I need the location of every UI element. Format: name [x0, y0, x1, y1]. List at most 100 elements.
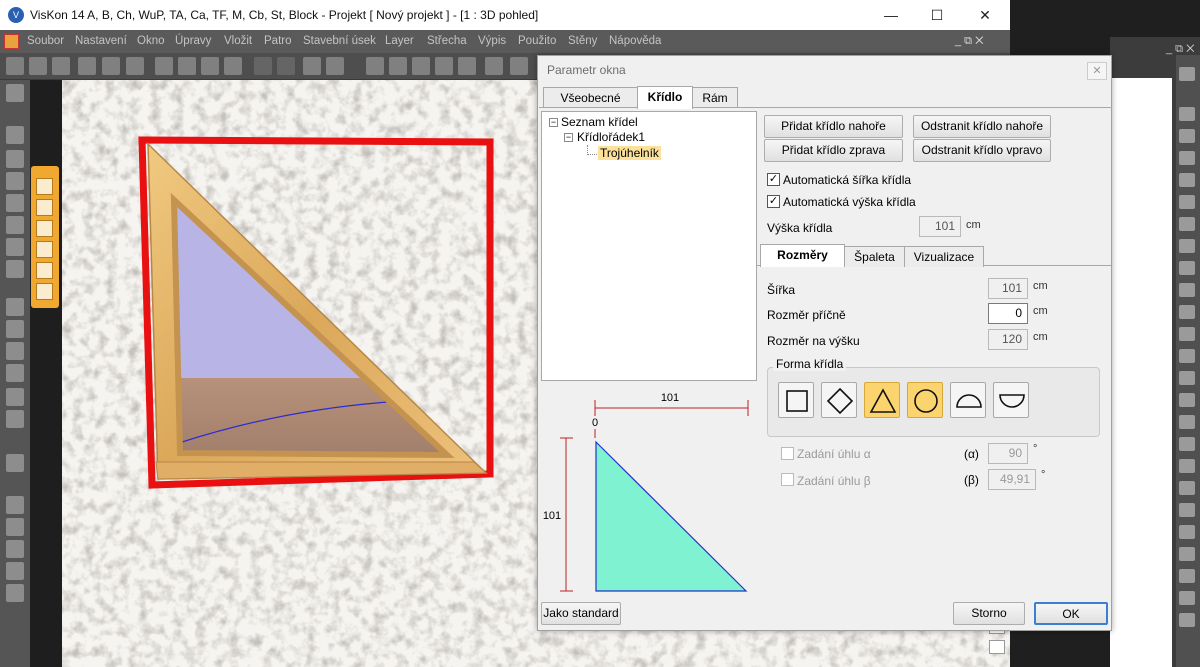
window-type-1-icon[interactable]	[36, 178, 53, 195]
mdi-controls[interactable]: _ ⧉ ✕	[955, 35, 983, 48]
tool-icon-r15[interactable]	[1179, 393, 1195, 407]
tool-icon-r12[interactable]	[1179, 327, 1195, 341]
stairs-tool-icon[interactable]	[6, 150, 24, 168]
tool-icon-r18[interactable]	[1179, 459, 1195, 473]
diamond-icon[interactable]	[821, 382, 857, 418]
menu-strecha[interactable]: Střecha	[427, 35, 467, 47]
menu-stavebni-usek[interactable]: Stavební úsek	[303, 35, 376, 47]
menu-pouzito[interactable]: Použito	[518, 35, 556, 47]
3d-box-icon[interactable]	[510, 57, 528, 75]
alpha-checkbox[interactable]	[781, 447, 794, 460]
cross-field[interactable]: 0	[988, 303, 1028, 324]
measure-icon[interactable]	[412, 57, 430, 75]
tool-icon-r16[interactable]	[1179, 415, 1195, 429]
tool-icon-r7[interactable]	[1179, 217, 1195, 231]
square-icon[interactable]	[778, 382, 814, 418]
tool-icon-r20[interactable]	[1179, 503, 1195, 517]
width-field[interactable]: 101	[988, 278, 1028, 299]
tool-icon-r11[interactable]	[1179, 305, 1195, 319]
hatch-tool-icon[interactable]	[6, 298, 24, 316]
tool-icon-r1[interactable]	[1179, 67, 1195, 81]
tool-icon-r25[interactable]	[1179, 613, 1195, 627]
slab-tool-icon[interactable]	[6, 320, 24, 338]
column-tool-icon[interactable]	[6, 216, 24, 234]
tool-icon-r22[interactable]	[1179, 547, 1195, 561]
auto-height-checkbox[interactable]: ✓	[767, 195, 780, 208]
menu-vypis[interactable]: Výpis	[478, 35, 506, 47]
door-tool-icon[interactable]	[6, 194, 24, 212]
tool-icon-r5[interactable]	[1179, 173, 1195, 187]
hatch-icon[interactable]	[458, 57, 476, 75]
cut-icon[interactable]	[389, 57, 407, 75]
half-circle-up-icon[interactable]	[950, 382, 986, 418]
add-sash-right-button[interactable]: Přidat křídlo zprava	[764, 139, 903, 162]
railing-tool-icon[interactable]	[6, 410, 24, 428]
add-sash-top-button[interactable]: Přidat křídlo nahoře	[764, 115, 903, 138]
circle-icon[interactable]	[907, 382, 943, 418]
tab-kridlo[interactable]: Křídlo	[637, 86, 693, 109]
lock-tool-icon[interactable]	[6, 454, 24, 472]
tool-icon-r17[interactable]	[1179, 437, 1195, 451]
tree-root[interactable]: Seznam křídel	[561, 115, 638, 129]
tool-icon-r9[interactable]	[1179, 261, 1195, 275]
tool-icon-r3[interactable]	[1179, 129, 1195, 143]
save-icon[interactable]	[52, 57, 70, 75]
zoom-all-icon[interactable]	[224, 57, 242, 75]
dialog-close-button[interactable]: ✕	[1087, 62, 1107, 80]
zoom-out-icon[interactable]	[178, 57, 196, 75]
subtab-vizualizace[interactable]: Vizualizace	[904, 246, 984, 267]
subtab-spaleta[interactable]: Špaleta	[844, 246, 905, 267]
wall-tool-icon[interactable]	[6, 126, 24, 144]
tree-expander-icon[interactable]: −	[564, 133, 573, 142]
beam-tool-icon[interactable]	[6, 342, 24, 360]
tool-icon-r13[interactable]	[1179, 349, 1195, 363]
menu-steny[interactable]: Stěny	[568, 35, 597, 47]
window-type-5-icon[interactable]	[36, 262, 53, 279]
window-type-4-icon[interactable]	[36, 241, 53, 258]
print-icon[interactable]	[102, 57, 120, 75]
document-icon[interactable]	[4, 34, 19, 49]
tool-icon-r24[interactable]	[1179, 591, 1195, 605]
menu-okno[interactable]: Okno	[137, 35, 165, 47]
half-circle-down-icon[interactable]	[993, 382, 1029, 418]
view-icon-2[interactable]	[989, 640, 1005, 654]
wall-icon[interactable]	[366, 57, 384, 75]
move-icon[interactable]	[303, 57, 321, 75]
subtab-rozmery[interactable]: Rozměry	[760, 244, 845, 267]
vertical-field[interactable]: 120	[988, 329, 1028, 350]
window-tool-icon[interactable]	[6, 172, 24, 190]
sash-height-field[interactable]: 101	[919, 216, 961, 237]
sash-tree[interactable]: − Seznam křídel − Křídlořádek1 Trojúheln…	[541, 111, 757, 381]
pointer-icon[interactable]	[6, 84, 24, 102]
tool-icon-r23[interactable]	[1179, 569, 1195, 583]
menu-nastaveni[interactable]: Nastavení	[75, 35, 127, 47]
select-icon[interactable]	[485, 57, 503, 75]
close-button[interactable]: ✕	[962, 0, 1008, 30]
tree-leaf-selected[interactable]: Trojúhelník	[598, 146, 661, 160]
text-tool-icon[interactable]	[6, 540, 24, 558]
roof-tool-icon[interactable]	[6, 238, 24, 256]
zoom-window-icon[interactable]	[201, 57, 219, 75]
measure-tool-icon[interactable]	[6, 496, 24, 514]
object-tool-icon[interactable]	[6, 260, 24, 278]
window-type-2-icon[interactable]	[36, 199, 53, 216]
print-preview-icon[interactable]	[126, 57, 144, 75]
tool-icon-r19[interactable]	[1179, 481, 1195, 495]
tool-icon-r6[interactable]	[1179, 195, 1195, 209]
alpha-field[interactable]: 90	[988, 443, 1028, 464]
tool-icon-r4[interactable]	[1179, 151, 1195, 165]
tool-icon-r8[interactable]	[1179, 239, 1195, 253]
arch-tool-icon[interactable]	[6, 388, 24, 406]
tool-icon-r2[interactable]	[1179, 107, 1195, 121]
redo-icon[interactable]	[277, 57, 295, 75]
tree-expander-icon[interactable]: −	[549, 118, 558, 127]
label-tool-icon[interactable]	[6, 562, 24, 580]
maximize-button[interactable]: ☐	[914, 0, 960, 30]
tool-icon-r10[interactable]	[1179, 283, 1195, 297]
tool-icon-r14[interactable]	[1179, 371, 1195, 385]
open-icon[interactable]	[29, 57, 47, 75]
cube-icon[interactable]	[326, 57, 344, 75]
window-type-6-icon[interactable]	[36, 283, 53, 300]
undo-icon[interactable]	[254, 57, 272, 75]
beta-field[interactable]: 49,91	[988, 469, 1036, 490]
